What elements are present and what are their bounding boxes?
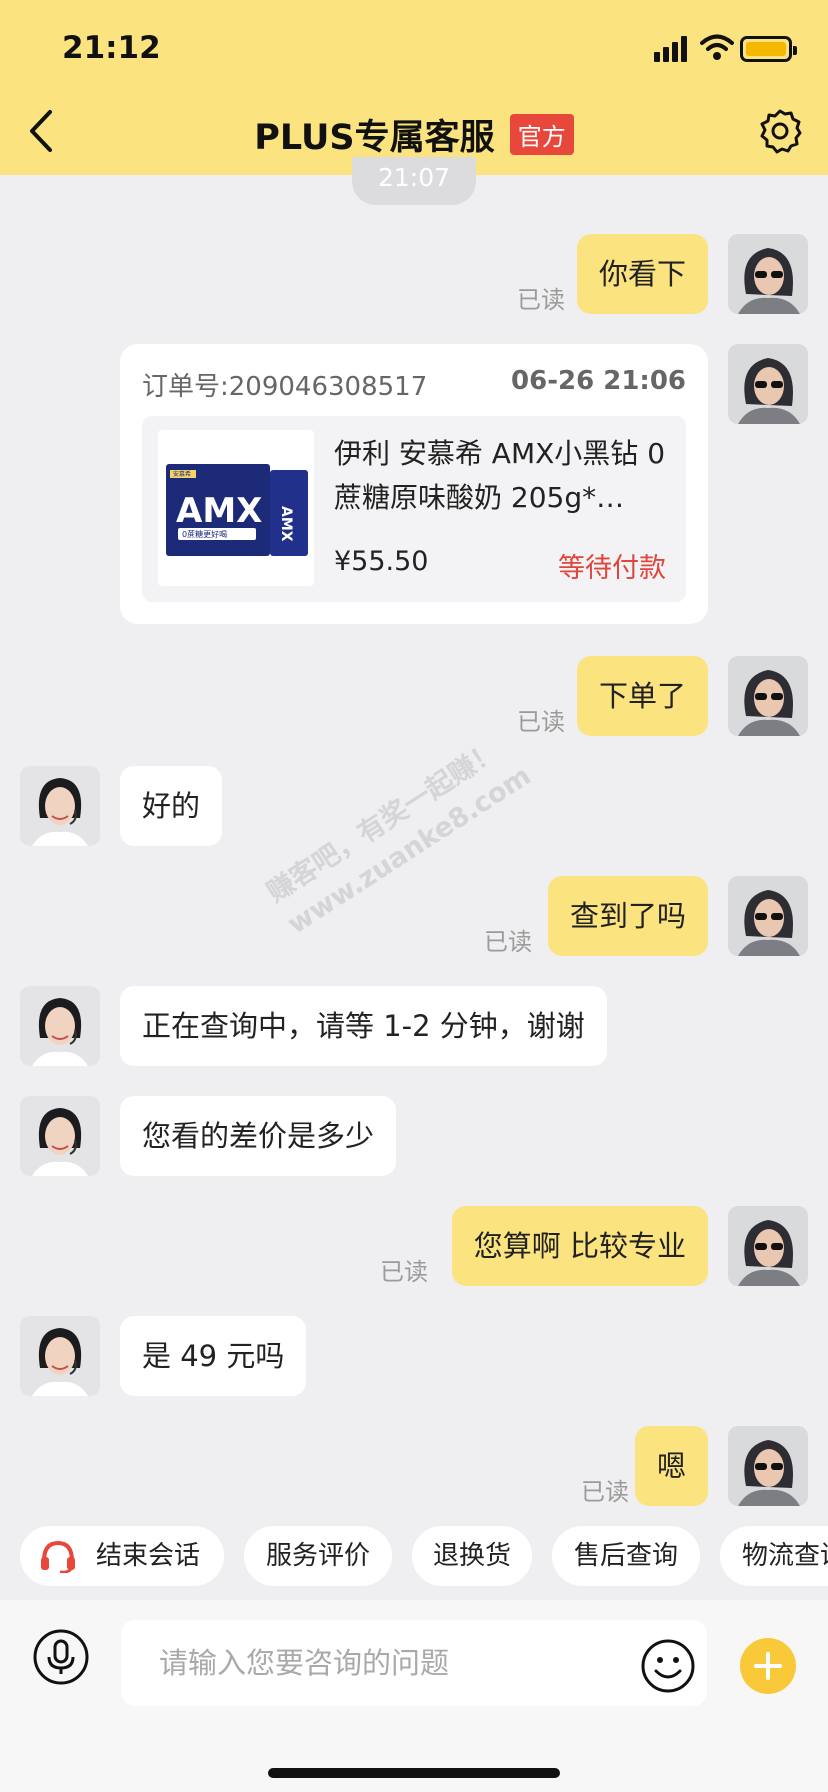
chip-label: 售后查询 [573, 1541, 678, 1571]
read-receipt: 已读 [517, 286, 565, 314]
page-title: PLUS专属客服 [254, 118, 495, 158]
plus-icon [754, 1652, 782, 1680]
product-brand-small: 安慕希 [173, 470, 191, 478]
agent-avatar[interactable] [20, 1316, 100, 1396]
order-card[interactable]: 订单号:209046308517 06-26 21:06 安慕希 AMX 0蔗糖… [120, 344, 708, 624]
return-exchange-chip[interactable]: 退换货 [412, 1526, 532, 1586]
message-bubble[interactable]: 好的 [120, 766, 223, 846]
service-rating-chip[interactable]: 服务评价 [244, 1526, 392, 1586]
message-bubble[interactable]: 嗯 [634, 1426, 708, 1506]
agent-avatar[interactable] [20, 766, 100, 846]
plus-button[interactable] [740, 1638, 796, 1694]
order-status: 等待付款 [558, 553, 666, 584]
headset-icon [41, 1540, 75, 1573]
product-image: 安慕希 AMX 0蔗糖更好喝 AMX [158, 430, 314, 586]
gear-icon[interactable] [757, 108, 803, 154]
top-bar: 21:12 PLUS专属客服 官方 [0, 0, 828, 175]
chat-timestamp: 21:07 [352, 157, 476, 205]
header-title: PLUS专属客服 官方 [0, 109, 828, 160]
read-receipt: 已读 [581, 1478, 629, 1506]
message-bubble[interactable]: 您算啊 比较专业 [451, 1206, 708, 1286]
chip-label: 服务评价 [265, 1541, 370, 1571]
watermark: 赚客吧，有奖一起赚！ www.zuanke8.com [260, 726, 539, 944]
read-receipt: 已读 [380, 1258, 428, 1286]
order-number: 订单号:209046308517 [142, 372, 428, 402]
user-avatar[interactable] [728, 656, 808, 736]
cellular-signal-icon [654, 36, 690, 62]
product-brand: AMX [176, 491, 262, 531]
chip-label: 物流查询 [742, 1541, 828, 1571]
official-badge: 官方 [509, 114, 574, 155]
wifi-icon [700, 34, 734, 60]
message-input[interactable] [121, 1620, 707, 1706]
after-sales-chip[interactable]: 售后查询 [552, 1526, 700, 1586]
message-bubble[interactable]: 正在查询中，请等 1-2 分钟，谢谢 [120, 986, 607, 1066]
agent-avatar[interactable] [20, 986, 100, 1066]
microphone-icon[interactable] [32, 1628, 90, 1686]
user-avatar[interactable] [728, 234, 808, 314]
status-time: 21:12 [62, 30, 161, 66]
chip-label: 退换货 [432, 1541, 511, 1571]
message-bubble[interactable]: 您看的差价是多少 [120, 1096, 397, 1176]
emoji-icon[interactable] [640, 1638, 696, 1694]
agent-avatar[interactable] [20, 1096, 100, 1176]
home-indicator [268, 1768, 560, 1778]
input-bar [0, 1600, 828, 1792]
battery-icon [740, 36, 797, 62]
end-session-chip[interactable]: 结束会话 [20, 1526, 224, 1586]
message-bubble[interactable]: 查到了吗 [547, 876, 708, 956]
product-tagline: 0蔗糖更好喝 [182, 529, 227, 539]
logistics-chip[interactable]: 物流查询 [720, 1526, 828, 1586]
message-bubble[interactable]: 下单了 [576, 656, 708, 736]
chip-label: 结束会话 [96, 1541, 201, 1571]
quick-actions-bar: 结束会话 服务评价 退换货 售后查询 物流查询 [0, 1526, 828, 1586]
product-name: 伊利 安慕希 AMX小黑钻 0蔗糖原味酸奶 205g*… [334, 437, 666, 514]
order-product[interactable]: 安慕希 AMX 0蔗糖更好喝 AMX 伊利 安慕希 AMX小黑钻 0蔗糖原味酸奶… [142, 416, 686, 602]
order-time: 06-26 21:06 [511, 366, 686, 396]
svg-text:AMX: AMX [278, 506, 294, 542]
user-avatar[interactable] [728, 1206, 808, 1286]
product-price: ¥55.50 [334, 546, 429, 577]
read-receipt: 已读 [484, 928, 532, 956]
user-avatar[interactable] [728, 344, 808, 424]
read-receipt: 已读 [517, 708, 565, 736]
message-bubble[interactable]: 你看下 [576, 234, 708, 314]
user-avatar[interactable] [728, 876, 808, 956]
user-avatar[interactable] [728, 1426, 808, 1506]
message-bubble[interactable]: 是 49 元吗 [120, 1316, 307, 1396]
